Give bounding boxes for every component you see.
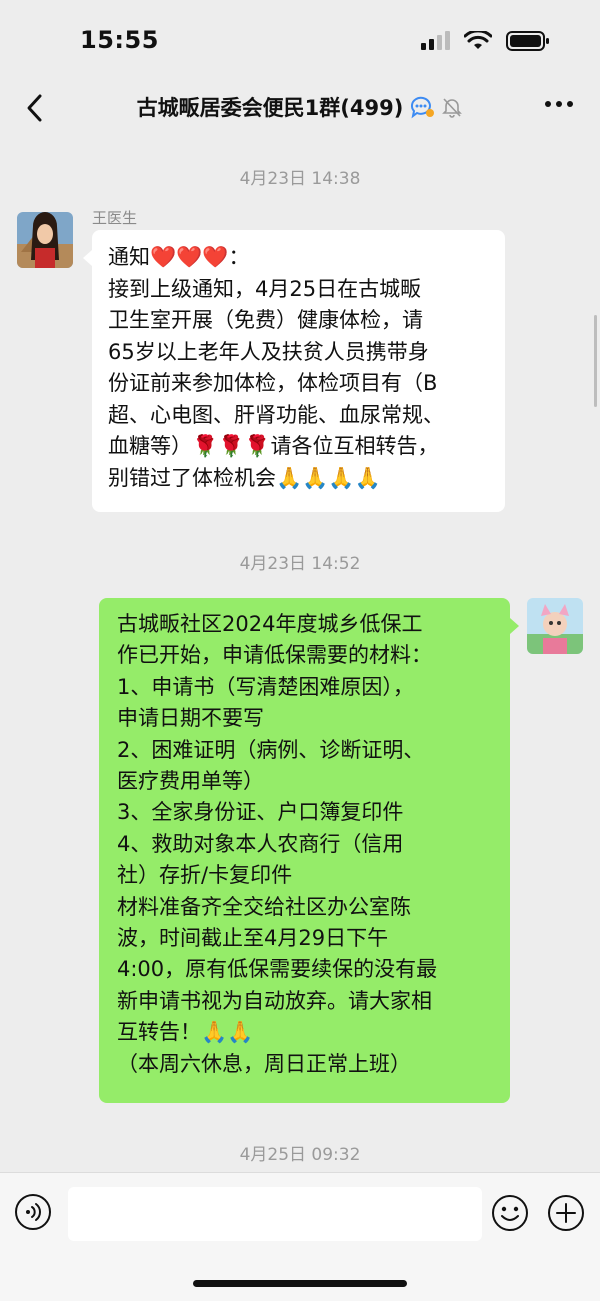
message-line: 古城畈社区2024年度城乡低保工	[117, 612, 423, 636]
message-input[interactable]	[68, 1187, 482, 1241]
mute-bell-icon	[442, 98, 463, 118]
message-line: 申请日期不要写	[117, 706, 264, 731]
message-line: 社）存折/卡复印件	[117, 863, 293, 888]
timestamp: 4月25日 09:32	[239, 1145, 361, 1165]
message-line: 4:00，原有低保需要续保的没有最	[117, 957, 438, 982]
avatar-image	[527, 598, 583, 654]
message-line: 超、心电图、肝肾功能、血尿常规、	[108, 402, 444, 427]
message-line: 血糖等）🌹🌹🌹请各位互相转告，	[108, 434, 439, 458]
message-line: 65岁以上老年人及扶贫人员携带身	[108, 339, 429, 364]
my-avatar[interactable]	[527, 598, 583, 654]
scroll-indicator	[594, 315, 597, 407]
message-line: 波，时间截止至4月29日下午	[117, 926, 389, 951]
incoming-message-bubble[interactable]: 通知❤️❤️❤️： 接到上级通知，4月25日在古城畈 卫生室开展（免费）健康体检…	[83, 230, 505, 512]
status-bar: 15:55	[0, 0, 600, 80]
message-line: 互转告！🙏🙏	[117, 1020, 254, 1045]
chat-title-container[interactable]: 古城畈居委会便民1群(499)	[0, 92, 600, 122]
message-line: 4、救助对象本人农商行（信用	[117, 831, 404, 856]
group-chat-icon	[411, 96, 435, 119]
message-line: 份证前来参加体检，体检项目有（B	[108, 371, 438, 395]
voice-icon[interactable]	[14, 1193, 52, 1231]
message-line: （本周六休息，周日正常上班）	[117, 1051, 411, 1076]
message-line: 医疗费用单等）	[117, 769, 264, 794]
status-time: 15:55	[80, 26, 159, 54]
emoji-icon[interactable]	[490, 1193, 530, 1233]
chat-title: 古城畈居委会便民1群(499)	[136, 96, 404, 120]
chat-header: 古城畈居委会便民1群(499)	[0, 80, 600, 136]
signal-icon	[421, 31, 450, 50]
message-line: 卫生室开展（免费）健康体检，请	[108, 308, 423, 332]
message-line: 1、申请书（写清楚困难原因），	[117, 674, 414, 699]
message-line: 新申请书视为自动放弃。请大家相	[117, 988, 432, 1013]
more-icon[interactable]	[544, 94, 574, 114]
message-line: 3、全家身份证、户口簿复印件	[117, 800, 404, 825]
status-icons	[420, 30, 550, 52]
message-line: 作已开始，申请低保需要的材料：	[117, 643, 432, 668]
timestamp: 4月23日 14:38	[239, 169, 361, 189]
plus-icon[interactable]	[546, 1193, 586, 1233]
timestamp: 4月23日 14:52	[239, 554, 361, 574]
outgoing-message-bubble[interactable]: 古城畈社区2024年度城乡低保工 作已开始，申请低保需要的材料： 1、申请书（写…	[99, 598, 519, 1103]
wifi-icon	[464, 31, 492, 49]
battery-icon	[506, 31, 549, 51]
message-line: 接到上级通知，4月25日在古城畈	[108, 276, 422, 301]
home-indicator[interactable]	[193, 1280, 407, 1287]
sender-name: 王医生	[92, 209, 138, 227]
avatar[interactable]	[17, 212, 73, 268]
message-line: 材料准备齐全交给社区办公室陈	[117, 894, 411, 919]
message-line: 2、困难证明（病例、诊断证明、	[117, 737, 425, 762]
message-line: 通知❤️❤️❤️：	[108, 245, 250, 269]
message-line: 别错过了体检机会🙏🙏🙏🙏	[108, 465, 381, 490]
avatar-image	[17, 212, 73, 268]
